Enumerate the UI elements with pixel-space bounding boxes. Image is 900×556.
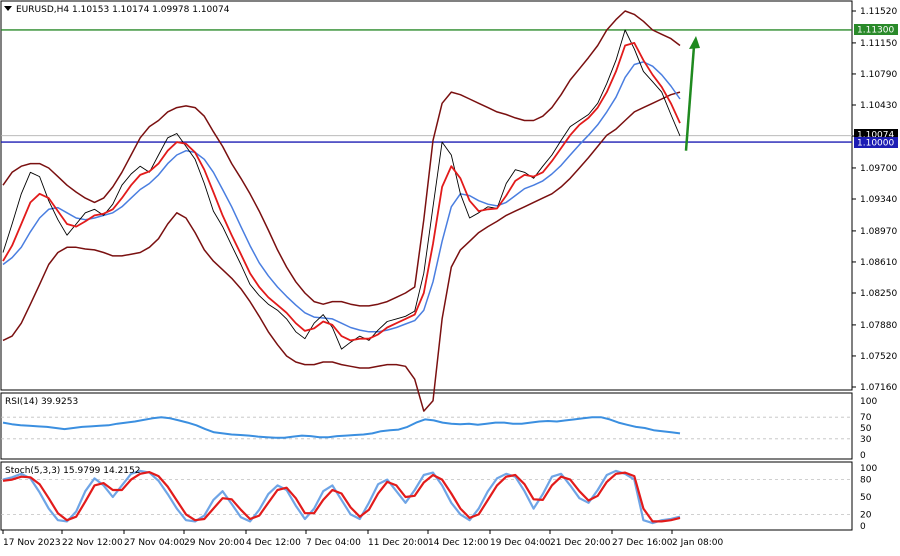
tag-blue: 1.10000 <box>857 139 894 149</box>
x-tick-label: 17 Nov 2023 <box>3 538 61 548</box>
y-tick-label: 1.08250 <box>860 289 897 299</box>
y-tick-label: 1.07520 <box>860 352 897 362</box>
stoch-tick-label: 50 <box>860 493 872 503</box>
x-tick-label: 22 Nov 12:00 <box>62 538 123 548</box>
x-tick-label: 4 Dec 12:00 <box>246 538 301 548</box>
x-tick-label: 27 Dec 16:00 <box>612 538 673 548</box>
x-tick-label: 7 Dec 04:00 <box>306 538 361 548</box>
y-tick-label: 1.07160 <box>860 383 897 393</box>
x-tick-label: 27 Nov 04:00 <box>124 538 185 548</box>
rsi-tick-label: 0 <box>860 451 866 461</box>
stoch-tick-label: 20 <box>860 510 872 520</box>
x-tick-label: 2 Jan 08:00 <box>672 538 724 548</box>
rsi-tick-label: 70 <box>860 413 872 423</box>
rsi-label: RSI(14) 39.9253 <box>5 397 78 407</box>
x-tick-label: 14 Dec 12:00 <box>428 538 489 548</box>
y-tick-label: 1.09700 <box>860 164 897 174</box>
stoch-tick-label: 80 <box>860 476 872 486</box>
y-tick-label: 1.11150 <box>860 39 897 49</box>
x-tick-label: 29 Nov 20:00 <box>184 538 245 548</box>
eurusd-chart[interactable]: 1.115201.111501.107901.104301.100701.097… <box>0 0 900 556</box>
ohlc-values: 1.10153 1.10174 1.09978 1.10074 <box>72 5 230 15</box>
x-tick-label: 19 Dec 04:00 <box>490 538 551 548</box>
y-tick-label: 1.08610 <box>860 258 897 268</box>
rsi-tick-label: 30 <box>860 435 872 445</box>
rsi-panel-frame <box>0 392 853 460</box>
x-tick-label: 11 Dec 20:00 <box>368 538 429 548</box>
stoch-tick-label: 100 <box>860 464 877 474</box>
y-tick-label: 1.10430 <box>860 101 897 111</box>
y-tick-label: 1.10790 <box>860 70 897 80</box>
rsi-tick-label: 50 <box>860 424 872 434</box>
y-tick-label: 1.11520 <box>860 7 897 17</box>
stoch-label: Stoch(5,3,3) 15.9799 14.2152 <box>5 466 140 476</box>
symbol-label: EURUSD,H4 <box>16 5 69 15</box>
tag-green: 1.11300 <box>857 26 894 36</box>
rsi-tick-label: 100 <box>860 397 877 407</box>
x-tick-label: 21 Dec 20:00 <box>550 538 611 548</box>
y-tick-label: 1.08970 <box>860 227 897 237</box>
y-tick-label: 1.09340 <box>860 195 897 205</box>
stoch-tick-label: 0 <box>860 522 866 532</box>
y-tick-label: 1.07880 <box>860 321 897 331</box>
